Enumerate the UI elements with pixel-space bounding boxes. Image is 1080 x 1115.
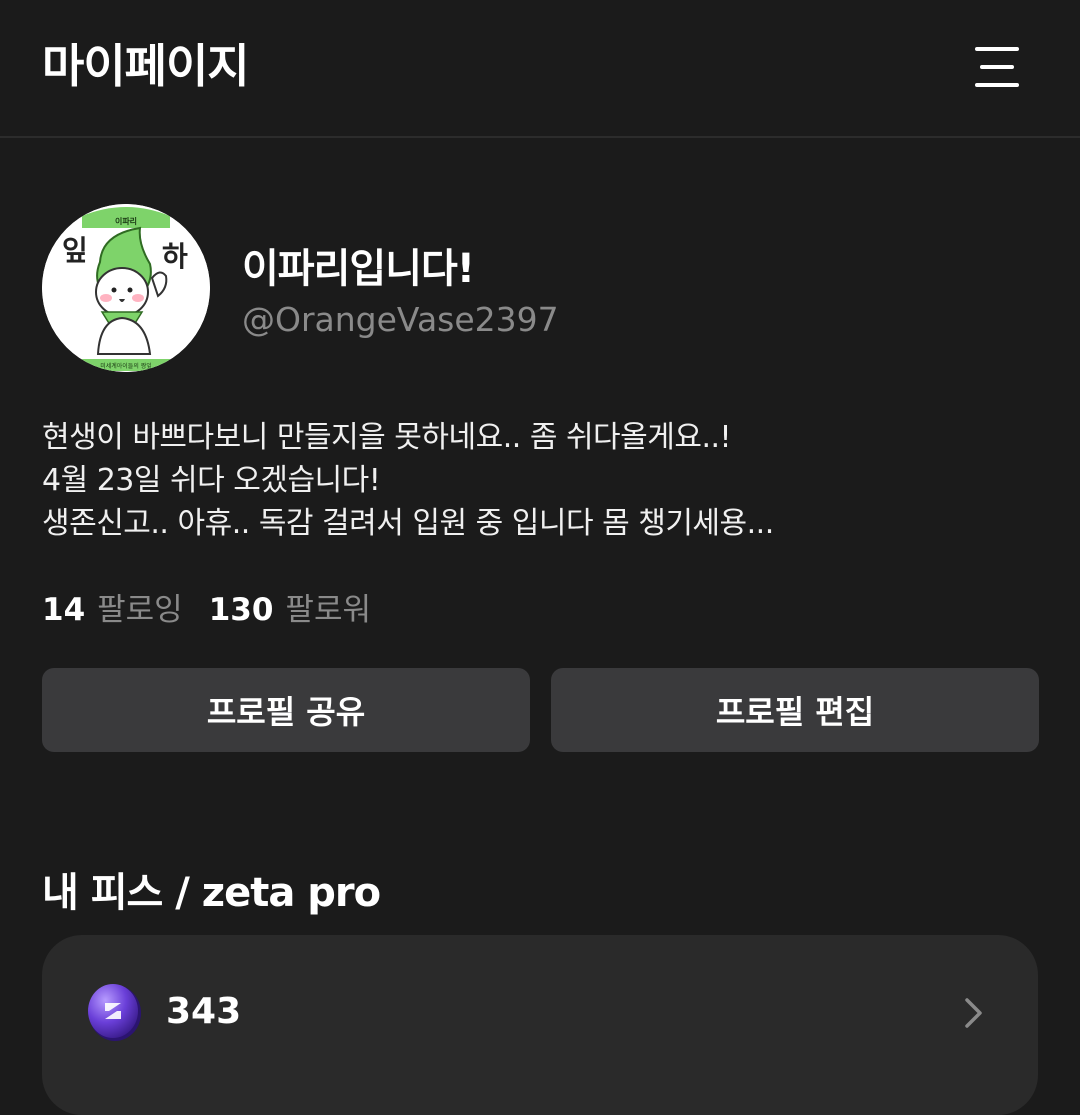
avatar-left-char: 잎 [62,234,88,267]
pieces-section-title: 내 피스 / zeta pro [42,870,381,916]
display-name: 이파리입니다! [242,246,475,292]
bio-line: 생존신고.. 아휴.. 독감 걸려서 입원 중 입니다 몸 챙기세용... [42,506,774,541]
following-count[interactable]: 14 [42,592,85,628]
chevron-right-icon [965,998,982,1028]
edit-profile-button[interactable]: 프로필 편집 [551,668,1039,752]
avatar-bottom-text: 미세계아이들의 짱잎 [100,362,152,370]
pieces-balance: 343 [166,991,242,1032]
bio-line: 현생이 바쁘다보니 만들지을 못하네요.. 좀 쉬다올게요..! [42,420,732,455]
hamburger-menu-icon [975,47,1019,87]
followers-count[interactable]: 130 [209,592,274,628]
bio-line: 4월 23일 쉬다 오겠습니다! [42,463,381,498]
followers-label[interactable]: 팔로워 [285,584,371,629]
following-label[interactable]: 팔로잉 [97,584,183,629]
top-bar: 마이페이지 [0,0,1080,138]
page-title: 마이페이지 [42,39,250,93]
avatar-top-text: 이파리 [115,216,137,226]
share-profile-button[interactable]: 프로필 공유 [42,668,530,752]
avatar[interactable]: 이파리 잎 하 미세계아이들의 짱잎 [42,204,210,372]
avatar-right-char: 하 [162,240,188,273]
bio: 현생이 바쁘다보니 만들지을 못하네요.. 좀 쉬다올게요..! 4월 23일 … [42,416,1042,545]
piece-coin-icon [88,984,141,1041]
follow-stats: 14 팔로잉 130 팔로워 [42,584,397,629]
menu-button[interactable] [970,40,1024,94]
user-handle: @OrangeVase2397 [242,300,559,339]
avatar-image: 이파리 잎 하 미세계아이들의 짱잎 [42,204,210,372]
pieces-balance-card[interactable]: 343 [42,935,1038,1115]
